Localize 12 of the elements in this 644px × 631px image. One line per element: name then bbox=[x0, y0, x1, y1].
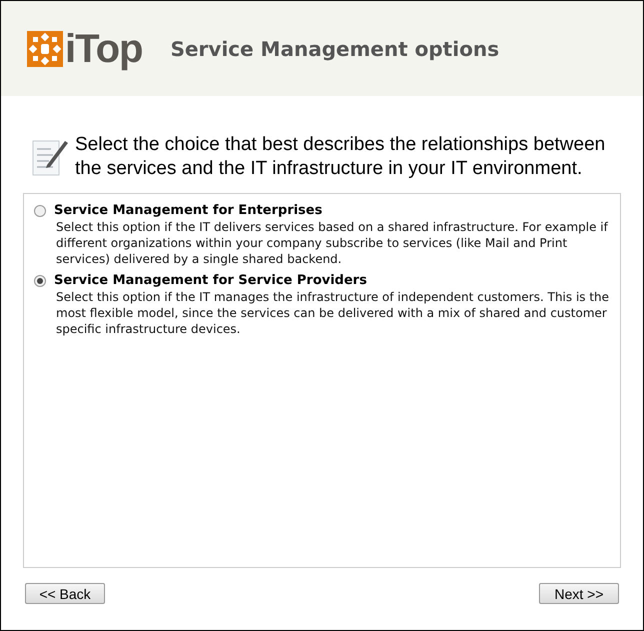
radio-button[interactable] bbox=[34, 275, 46, 287]
logo-text: iTop bbox=[65, 28, 142, 68]
next-button[interactable]: Next >> bbox=[539, 583, 619, 604]
back-button[interactable]: << Back bbox=[25, 583, 105, 604]
option-label[interactable]: Service Management for Service Providers bbox=[54, 273, 610, 289]
option-description: Select this option if the IT delivers services based on a shared infrastructure. For example if different organizations within your company subscribe to services (like Mail and Print services) delivered by a single shared backend. bbox=[55, 219, 610, 267]
page-title: Service Management options bbox=[170, 36, 500, 62]
logo-icon bbox=[27, 30, 63, 66]
intro-text: Select the choice that best describes the relationships between the services and the IT infrastructure in your IT environment. bbox=[75, 133, 606, 181]
radio-button[interactable] bbox=[34, 205, 46, 217]
option-label[interactable]: Service Management for Enterprises bbox=[54, 203, 610, 219]
option-description: Select this option if the IT manages the infrastructure of independent customers. This is the most flexible model, since the services can be delivered with a mix of shared and customer specific infrastructure devices. bbox=[55, 289, 610, 337]
